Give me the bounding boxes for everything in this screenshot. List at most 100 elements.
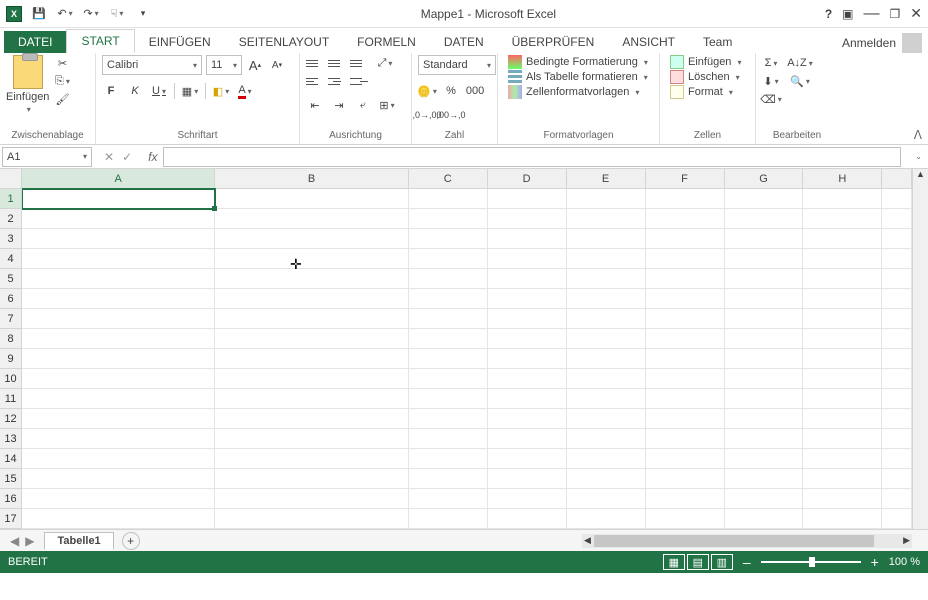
italic-button[interactable]: K: [126, 83, 144, 99]
cell[interactable]: [725, 289, 804, 309]
cell[interactable]: [409, 289, 488, 309]
cell[interactable]: [646, 309, 725, 329]
cell[interactable]: [882, 509, 912, 529]
enter-formula-icon[interactable]: ✓: [122, 150, 132, 164]
row-header[interactable]: 8: [0, 329, 21, 349]
restore-icon[interactable]: ❐: [890, 7, 901, 21]
cell[interactable]: [215, 509, 408, 529]
sheet-nav-prev-icon[interactable]: ◀: [10, 534, 19, 548]
delete-cells-button[interactable]: Löschen▾: [666, 70, 745, 84]
cell[interactable]: [725, 389, 804, 409]
cell[interactable]: [646, 509, 725, 529]
select-all-corner[interactable]: [0, 169, 21, 189]
cell[interactable]: [725, 429, 804, 449]
conditional-formatting-button[interactable]: Bedingte Formatierung▾: [504, 55, 652, 69]
help-icon[interactable]: ?: [825, 7, 832, 21]
row-header[interactable]: 1: [0, 189, 21, 209]
cell[interactable]: [646, 349, 725, 369]
cell[interactable]: [882, 269, 912, 289]
cell[interactable]: [215, 249, 408, 269]
font-family-select[interactable]: Calibri▾: [102, 55, 202, 75]
cell[interactable]: [409, 269, 488, 289]
collapse-ribbon-icon[interactable]: ᐱ: [914, 128, 922, 142]
tab-ansicht[interactable]: ANSICHT: [608, 31, 689, 53]
cell[interactable]: [567, 509, 646, 529]
cell[interactable]: [215, 329, 408, 349]
cell[interactable]: [22, 349, 215, 369]
redo-icon[interactable]: ↷▾: [82, 6, 100, 22]
borders-button[interactable]: ▦▾: [181, 83, 199, 99]
cell[interactable]: [882, 289, 912, 309]
cell[interactable]: [488, 509, 567, 529]
cell[interactable]: [882, 429, 912, 449]
cell[interactable]: [882, 189, 912, 209]
increase-font-icon[interactable]: A▴: [246, 57, 264, 73]
cell[interactable]: [803, 429, 882, 449]
cell[interactable]: [567, 209, 646, 229]
cell[interactable]: [22, 189, 215, 209]
close-icon[interactable]: ✕: [910, 5, 922, 22]
row-header[interactable]: 13: [0, 429, 21, 449]
cell[interactable]: [567, 369, 646, 389]
cell[interactable]: [488, 489, 567, 509]
tab-formeln[interactable]: FORMELN: [343, 31, 430, 53]
thousands-icon[interactable]: 000: [466, 83, 484, 99]
cell[interactable]: [488, 469, 567, 489]
cell[interactable]: [215, 189, 408, 209]
align-middle-icon[interactable]: [328, 55, 346, 71]
cell[interactable]: [567, 449, 646, 469]
underline-button[interactable]: U▾: [150, 83, 168, 99]
avatar[interactable]: [902, 33, 922, 53]
cell[interactable]: [725, 269, 804, 289]
cell[interactable]: [646, 469, 725, 489]
vertical-scrollbar[interactable]: ▲: [912, 169, 928, 529]
row-header[interactable]: 15: [0, 469, 21, 489]
cell[interactable]: [567, 229, 646, 249]
cell[interactable]: [646, 269, 725, 289]
minimize-icon[interactable]: —: [864, 5, 880, 23]
row-header[interactable]: 2: [0, 209, 21, 229]
decrease-font-icon[interactable]: A▾: [268, 57, 286, 73]
cell[interactable]: [567, 469, 646, 489]
cell[interactable]: [567, 329, 646, 349]
cell[interactable]: [803, 229, 882, 249]
cell[interactable]: [646, 369, 725, 389]
cell[interactable]: [725, 189, 804, 209]
customize-qat-icon[interactable]: ▾: [134, 6, 152, 22]
cell[interactable]: [22, 289, 215, 309]
cell[interactable]: [725, 489, 804, 509]
cut-icon[interactable]: ✂: [53, 55, 71, 71]
cell[interactable]: [567, 409, 646, 429]
cell[interactable]: [488, 449, 567, 469]
cell[interactable]: [488, 229, 567, 249]
row-header[interactable]: 3: [0, 229, 21, 249]
cell[interactable]: [882, 469, 912, 489]
cell[interactable]: [725, 329, 804, 349]
row-header[interactable]: 17: [0, 509, 21, 529]
cell[interactable]: [646, 249, 725, 269]
row-header[interactable]: 9: [0, 349, 21, 369]
orientation-icon[interactable]: ⤢▾: [376, 55, 394, 71]
cell[interactable]: [882, 229, 912, 249]
cell[interactable]: [725, 509, 804, 529]
fill-icon[interactable]: ⬇▾: [762, 73, 780, 89]
cell[interactable]: [22, 449, 215, 469]
cell[interactable]: [725, 409, 804, 429]
column-header[interactable]: H: [803, 169, 882, 189]
tab-ueberpruefen[interactable]: ÜBERPRÜFEN: [498, 31, 609, 53]
cell[interactable]: [215, 289, 408, 309]
cell[interactable]: [488, 409, 567, 429]
cell[interactable]: [646, 189, 725, 209]
row-header[interactable]: 12: [0, 409, 21, 429]
cell[interactable]: [409, 489, 488, 509]
align-left-icon[interactable]: [306, 73, 324, 89]
cell[interactable]: [803, 449, 882, 469]
cell[interactable]: [882, 349, 912, 369]
cell[interactable]: [215, 429, 408, 449]
cell[interactable]: [725, 469, 804, 489]
cell[interactable]: [803, 309, 882, 329]
cell[interactable]: [22, 429, 215, 449]
row-header[interactable]: 11: [0, 389, 21, 409]
zoom-slider[interactable]: [761, 561, 861, 563]
cell[interactable]: [215, 469, 408, 489]
